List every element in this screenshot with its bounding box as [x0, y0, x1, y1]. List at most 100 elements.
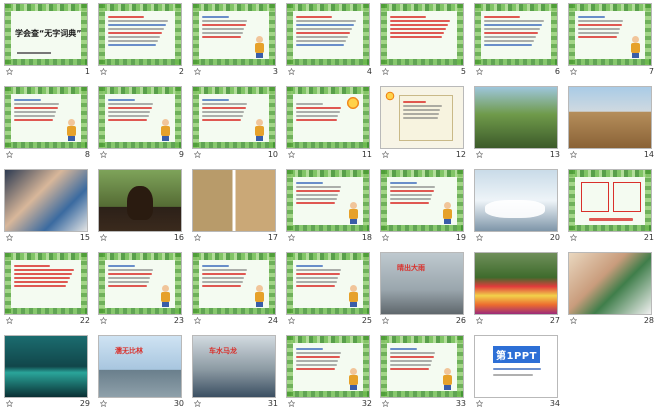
slide-transition-icon[interactable] [100, 317, 107, 324]
slide-transition-icon[interactable] [476, 151, 483, 158]
slide-preview[interactable] [474, 169, 558, 232]
slide-preview[interactable] [380, 86, 464, 149]
slide-preview[interactable] [474, 3, 558, 66]
slide-transition-icon[interactable] [476, 317, 483, 324]
slide-thumbnail[interactable]: 濡无比林 30 [96, 335, 190, 417]
slide-transition-icon[interactable] [194, 400, 201, 407]
slide-transition-icon[interactable] [382, 317, 389, 324]
slide-thumbnail[interactable]: 21 [566, 169, 660, 251]
slide-preview[interactable] [474, 86, 558, 149]
slide-preview[interactable] [286, 3, 370, 66]
slide-thumbnail[interactable]: 28 [566, 252, 660, 334]
slide-preview[interactable] [568, 169, 652, 232]
slide-preview[interactable] [4, 169, 88, 232]
slide-transition-icon[interactable] [6, 68, 13, 75]
slide-transition-icon[interactable] [382, 151, 389, 158]
slide-transition-icon[interactable] [382, 68, 389, 75]
slide-preview[interactable] [568, 3, 652, 66]
slide-thumbnail[interactable]: 19 [378, 169, 472, 251]
slide-transition-icon[interactable] [382, 400, 389, 407]
slide-transition-icon[interactable] [570, 317, 577, 324]
slide-transition-icon[interactable] [6, 151, 13, 158]
slide-preview[interactable]: 晴出大雨 [380, 252, 464, 315]
slide-preview[interactable] [568, 86, 652, 149]
slide-thumbnail[interactable]: 16 [96, 169, 190, 251]
slide-thumbnail[interactable]: 32 [284, 335, 378, 417]
slide-preview[interactable] [380, 335, 464, 398]
slide-preview[interactable] [192, 3, 276, 66]
slide-thumbnail[interactable]: 2 [96, 3, 190, 85]
slide-transition-icon[interactable] [194, 151, 201, 158]
slide-thumbnail[interactable]: 27 [472, 252, 566, 334]
slide-preview[interactable] [380, 3, 464, 66]
slide-transition-icon[interactable] [288, 234, 295, 241]
slide-thumbnail[interactable]: 10 [190, 86, 284, 168]
slide-thumbnail[interactable]: 14 [566, 86, 660, 168]
slide-preview[interactable] [98, 252, 182, 315]
slide-transition-icon[interactable] [6, 234, 13, 241]
slide-thumbnail[interactable]: 18 [284, 169, 378, 251]
slide-transition-icon[interactable] [288, 317, 295, 324]
slide-thumbnail[interactable]: 3 [190, 3, 284, 85]
slide-thumbnail[interactable]: 12 [378, 86, 472, 168]
slide-preview[interactable] [98, 169, 182, 232]
slide-preview[interactable]: 学会查“无字词典” [4, 3, 88, 66]
slide-thumbnail[interactable]: 6 [472, 3, 566, 85]
slide-preview[interactable] [4, 252, 88, 315]
slide-preview[interactable]: 第1PPT [474, 335, 558, 398]
slide-thumbnail[interactable]: 4 [284, 3, 378, 85]
slide-thumbnail[interactable]: 23 [96, 252, 190, 334]
slide-transition-icon[interactable] [100, 400, 107, 407]
slide-thumbnail[interactable]: 15 [2, 169, 96, 251]
slide-transition-icon[interactable] [194, 68, 201, 75]
slide-thumbnail[interactable]: 5 [378, 3, 472, 85]
slide-preview[interactable] [286, 252, 370, 315]
slide-thumbnail[interactable]: 车水马龙 31 [190, 335, 284, 417]
slide-thumbnail[interactable]: 25 [284, 252, 378, 334]
slide-transition-icon[interactable] [288, 151, 295, 158]
slide-transition-icon[interactable] [194, 317, 201, 324]
slide-transition-icon[interactable] [288, 400, 295, 407]
slide-thumbnail[interactable]: 学会查“无字词典” 1 [2, 3, 96, 85]
slide-preview[interactable] [286, 86, 370, 149]
slide-thumbnail[interactable]: 29 [2, 335, 96, 417]
slide-transition-icon[interactable] [100, 151, 107, 158]
slide-preview[interactable] [98, 86, 182, 149]
slide-thumbnail[interactable]: 第1PPT 34 [472, 335, 566, 417]
slide-transition-icon[interactable] [570, 68, 577, 75]
slide-transition-icon[interactable] [570, 234, 577, 241]
slide-thumbnail[interactable]: 22 [2, 252, 96, 334]
slide-transition-icon[interactable] [6, 317, 13, 324]
slide-preview[interactable] [474, 252, 558, 315]
slide-thumbnail[interactable]: 20 [472, 169, 566, 251]
slide-preview[interactable] [568, 252, 652, 315]
slide-thumbnail[interactable]: 8 [2, 86, 96, 168]
slide-thumbnail[interactable]: 11 [284, 86, 378, 168]
slide-thumbnail[interactable]: 33 [378, 335, 472, 417]
slide-thumbnail[interactable]: 晴出大雨 26 [378, 252, 472, 334]
slide-preview[interactable] [286, 335, 370, 398]
slide-preview[interactable] [4, 86, 88, 149]
slide-preview[interactable] [192, 252, 276, 315]
slide-transition-icon[interactable] [100, 68, 107, 75]
slide-transition-icon[interactable] [6, 400, 13, 407]
slide-preview[interactable] [286, 169, 370, 232]
slide-thumbnail[interactable]: 13 [472, 86, 566, 168]
slide-transition-icon[interactable] [194, 234, 201, 241]
slide-thumbnail[interactable]: 24 [190, 252, 284, 334]
slide-preview[interactable] [4, 335, 88, 398]
slide-thumbnail[interactable]: 7 [566, 3, 660, 85]
slide-transition-icon[interactable] [288, 68, 295, 75]
slide-transition-icon[interactable] [382, 234, 389, 241]
slide-preview[interactable]: 濡无比林 [98, 335, 182, 398]
slide-transition-icon[interactable] [476, 68, 483, 75]
slide-transition-icon[interactable] [570, 151, 577, 158]
slide-thumbnail[interactable]: 9 [96, 86, 190, 168]
slide-preview[interactable] [98, 3, 182, 66]
slide-preview[interactable]: 车水马龙 [192, 335, 276, 398]
slide-transition-icon[interactable] [100, 234, 107, 241]
slide-preview[interactable] [192, 169, 276, 232]
slide-transition-icon[interactable] [476, 400, 483, 407]
slide-preview[interactable] [192, 86, 276, 149]
slide-thumbnail[interactable]: 17 [190, 169, 284, 251]
